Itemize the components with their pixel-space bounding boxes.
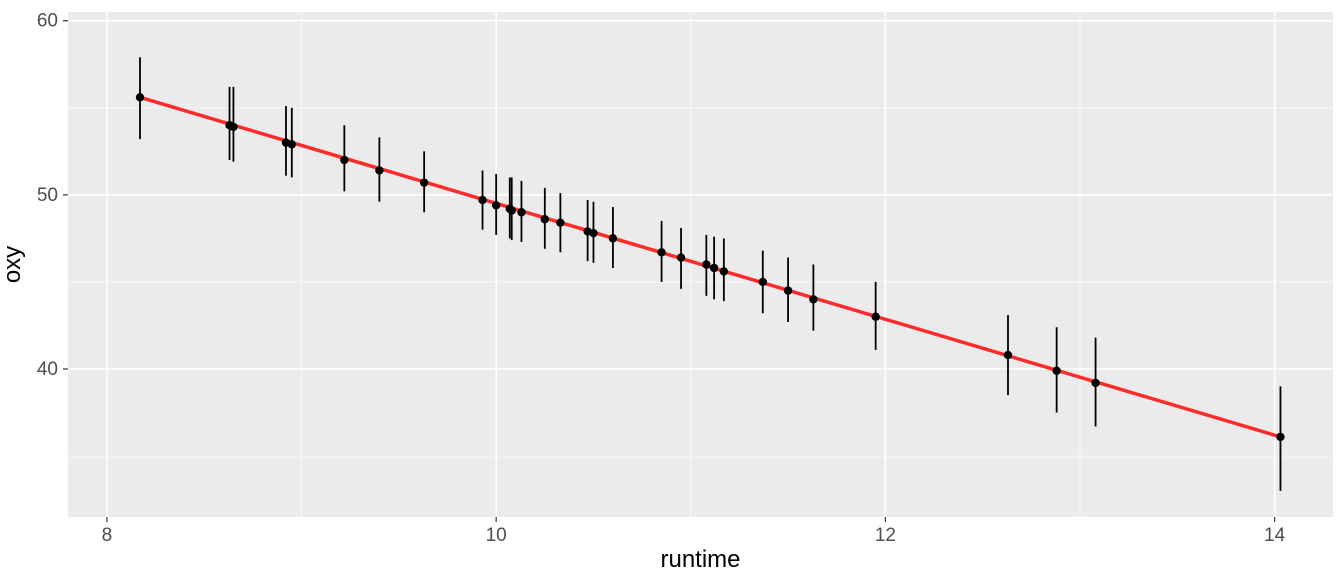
x-axis-title: runtime [660,546,740,573]
data-point [340,156,348,164]
data-point [702,260,710,268]
data-point [1052,367,1060,375]
x-tick-label: 12 [875,525,896,546]
x-tick-label: 14 [1264,525,1286,546]
data-point [759,278,767,286]
y-axis-title: oxy [0,246,26,283]
data-point [609,234,617,242]
y-tick-label: 40 [37,359,58,380]
data-point [720,267,728,275]
data-point [1091,379,1099,387]
data-point [871,313,879,321]
data-point [710,264,718,272]
x-tick-label: 10 [486,525,507,546]
data-point [809,295,817,303]
x-tick-label: 8 [102,525,113,546]
data-point [589,229,597,237]
data-point [541,215,549,223]
data-point [657,248,665,256]
data-point [1276,433,1284,441]
chart-container: 8 10 12 14 40 50 60 runtime oxy [0,0,1344,576]
data-point [677,253,685,261]
data-point [375,166,383,174]
data-point [136,93,144,101]
data-point [508,206,516,214]
data-point [784,286,792,294]
y-tick-label: 60 [37,11,58,32]
data-point [478,196,486,204]
data-point [1004,351,1012,359]
y-tick-label: 50 [37,185,58,206]
data-point [229,123,237,131]
data-point [517,208,525,216]
data-point [556,219,564,227]
data-point [492,201,500,209]
chart-svg: 8 10 12 14 40 50 60 runtime oxy [0,0,1344,576]
data-point [288,140,296,148]
data-point [420,178,428,186]
